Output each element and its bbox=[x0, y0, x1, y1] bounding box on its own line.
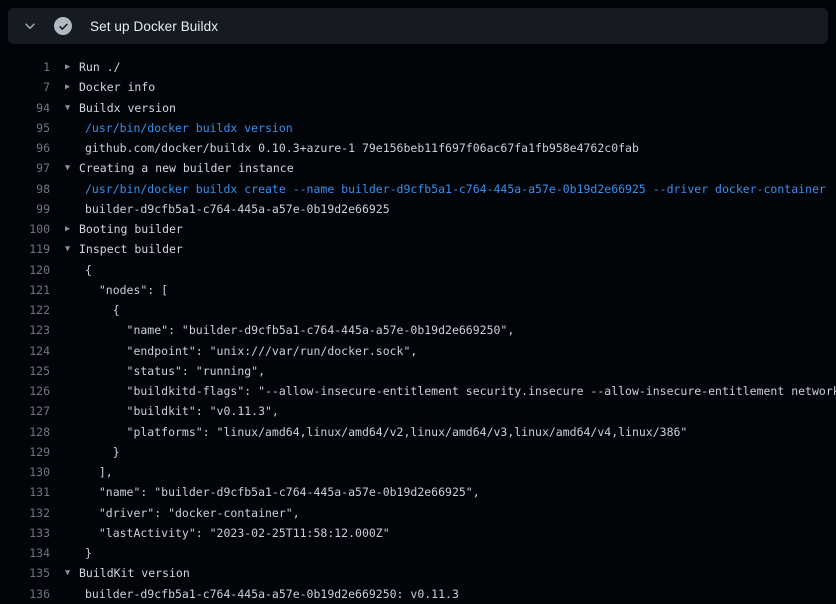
log-line: 120 { bbox=[0, 260, 836, 280]
line-number[interactable]: 1 bbox=[0, 60, 50, 74]
output-text: "endpoint": "unix:///var/run/docker.sock… bbox=[85, 344, 417, 358]
line-number[interactable]: 126 bbox=[0, 384, 50, 398]
output-text: { bbox=[85, 263, 92, 277]
line-number[interactable]: 131 bbox=[0, 485, 50, 499]
line-number[interactable]: 99 bbox=[0, 202, 50, 216]
output-text: "buildkitd-flags": "--allow-insecure-ent… bbox=[85, 384, 836, 398]
output-text: "status": "running", bbox=[85, 364, 265, 378]
group-label: Run ./ bbox=[79, 60, 121, 74]
caret-collapsed-icon[interactable]: ▶ bbox=[65, 224, 79, 234]
log-line: 128 "platforms": "linux/amd64,linux/amd6… bbox=[0, 422, 836, 442]
log-line: 125 "status": "running", bbox=[0, 361, 836, 381]
output-text: "nodes": [ bbox=[85, 283, 168, 297]
output-text: builder-d9cfb5a1-c764-445a-a57e-0b19d2e6… bbox=[85, 587, 459, 601]
step-title: Set up Docker Buildx bbox=[90, 19, 218, 34]
output-text: { bbox=[85, 303, 120, 317]
command-text: /usr/bin/docker buildx create --name bui… bbox=[85, 182, 826, 196]
output-text: ], bbox=[85, 465, 113, 479]
output-text: builder-d9cfb5a1-c764-445a-a57e-0b19d2e6… bbox=[85, 202, 390, 216]
line-number[interactable]: 94 bbox=[0, 101, 50, 115]
line-number[interactable]: 121 bbox=[0, 283, 50, 297]
line-number[interactable]: 135 bbox=[0, 566, 50, 580]
collapse-step-button[interactable] bbox=[20, 16, 40, 36]
output-text: } bbox=[85, 546, 92, 560]
group-label: Inspect builder bbox=[79, 242, 183, 256]
caret-expanded-icon[interactable]: ▼ bbox=[65, 568, 79, 578]
line-number[interactable]: 134 bbox=[0, 546, 50, 560]
log-line: 132 "driver": "docker-container", bbox=[0, 503, 836, 523]
log-line: 123 "name": "builder-d9cfb5a1-c764-445a-… bbox=[0, 320, 836, 340]
output-text: } bbox=[85, 445, 120, 459]
chevron-down-icon bbox=[23, 19, 37, 33]
line-number[interactable]: 95 bbox=[0, 121, 50, 135]
group-label: Booting builder bbox=[79, 222, 183, 236]
log-line: 134} bbox=[0, 543, 836, 563]
line-number[interactable]: 127 bbox=[0, 404, 50, 418]
line-number[interactable]: 136 bbox=[0, 587, 50, 601]
line-number[interactable]: 119 bbox=[0, 242, 50, 256]
log-line: 122 { bbox=[0, 300, 836, 320]
log-line: 136 builder-d9cfb5a1-c764-445a-a57e-0b19d… bbox=[0, 584, 836, 604]
log-line: 124 "endpoint": "unix:///var/run/docker.… bbox=[0, 341, 836, 361]
log-output: 1▶Run ./7▶Docker info94▼Buildx version95… bbox=[0, 57, 836, 604]
line-number[interactable]: 128 bbox=[0, 425, 50, 439]
line-number[interactable]: 130 bbox=[0, 465, 50, 479]
group-label: Creating a new builder instance bbox=[79, 161, 294, 175]
log-line: 121 "nodes": [ bbox=[0, 280, 836, 300]
group-label: Docker info bbox=[79, 80, 155, 94]
group-label: BuildKit version bbox=[79, 566, 190, 580]
line-number[interactable]: 98 bbox=[0, 182, 50, 196]
log-group-line[interactable]: 100 ▶Booting builder bbox=[0, 219, 836, 239]
output-text: "name": "builder-d9cfb5a1-c764-445a-a57e… bbox=[85, 485, 480, 499]
log-line: 96 github.com/docker/buildx 0.10.3+azure-… bbox=[0, 138, 836, 158]
line-number[interactable]: 100 bbox=[0, 222, 50, 236]
log-line: 133 "lastActivity": "2023-02-25T11:58:12… bbox=[0, 523, 836, 543]
output-text: github.com/docker/buildx 0.10.3+azure-1 … bbox=[85, 141, 639, 155]
log-line: 127 "buildkit": "v0.11.3", bbox=[0, 401, 836, 421]
log-line: 130 ], bbox=[0, 462, 836, 482]
caret-collapsed-icon[interactable]: ▶ bbox=[65, 62, 79, 72]
log-line: 95/usr/bin/docker buildx version bbox=[0, 118, 836, 138]
line-number[interactable]: 133 bbox=[0, 526, 50, 540]
log-line: 129 } bbox=[0, 442, 836, 462]
caret-expanded-icon[interactable]: ▼ bbox=[65, 103, 79, 113]
caret-expanded-icon[interactable]: ▼ bbox=[65, 163, 79, 173]
caret-collapsed-icon[interactable]: ▶ bbox=[65, 82, 79, 92]
line-number[interactable]: 96 bbox=[0, 141, 50, 155]
step-header[interactable]: Set up Docker Buildx bbox=[8, 8, 828, 44]
log-line: 126 "buildkitd-flags": "--allow-insecure… bbox=[0, 381, 836, 401]
log-line: 99 builder-d9cfb5a1-c764-445a-a57e-0b19d2… bbox=[0, 199, 836, 219]
step-status-success-icon bbox=[54, 17, 72, 35]
output-text: "buildkit": "v0.11.3", bbox=[85, 404, 279, 418]
output-text: "lastActivity": "2023-02-25T11:58:12.000… bbox=[85, 526, 390, 540]
log-group-line[interactable]: 135 ▼BuildKit version bbox=[0, 563, 836, 583]
log-group-line[interactable]: 94 ▼Buildx version bbox=[0, 98, 836, 118]
log-group-line[interactable]: 119 ▼Inspect builder bbox=[0, 239, 836, 259]
log-group-line[interactable]: 1 ▶Run ./ bbox=[0, 57, 836, 77]
line-number[interactable]: 129 bbox=[0, 445, 50, 459]
line-number[interactable]: 122 bbox=[0, 303, 50, 317]
line-number[interactable]: 120 bbox=[0, 263, 50, 277]
log-group-line[interactable]: 97 ▼Creating a new builder instance bbox=[0, 158, 836, 178]
log-line: 131 "name": "builder-d9cfb5a1-c764-445a-… bbox=[0, 482, 836, 502]
line-number[interactable]: 132 bbox=[0, 506, 50, 520]
line-number[interactable]: 124 bbox=[0, 344, 50, 358]
command-text: /usr/bin/docker buildx version bbox=[85, 121, 293, 135]
log-line: 98/usr/bin/docker buildx create --name b… bbox=[0, 179, 836, 199]
output-text: "name": "builder-d9cfb5a1-c764-445a-a57e… bbox=[85, 323, 514, 337]
output-text: "platforms": "linux/amd64,linux/amd64/v2… bbox=[85, 425, 687, 439]
output-text: "driver": "docker-container", bbox=[85, 506, 300, 520]
line-number[interactable]: 97 bbox=[0, 161, 50, 175]
log-group-line[interactable]: 7 ▶Docker info bbox=[0, 77, 836, 97]
caret-expanded-icon[interactable]: ▼ bbox=[65, 244, 79, 254]
line-number[interactable]: 7 bbox=[0, 80, 50, 94]
group-label: Buildx version bbox=[79, 101, 176, 115]
line-number[interactable]: 123 bbox=[0, 323, 50, 337]
line-number[interactable]: 125 bbox=[0, 364, 50, 378]
